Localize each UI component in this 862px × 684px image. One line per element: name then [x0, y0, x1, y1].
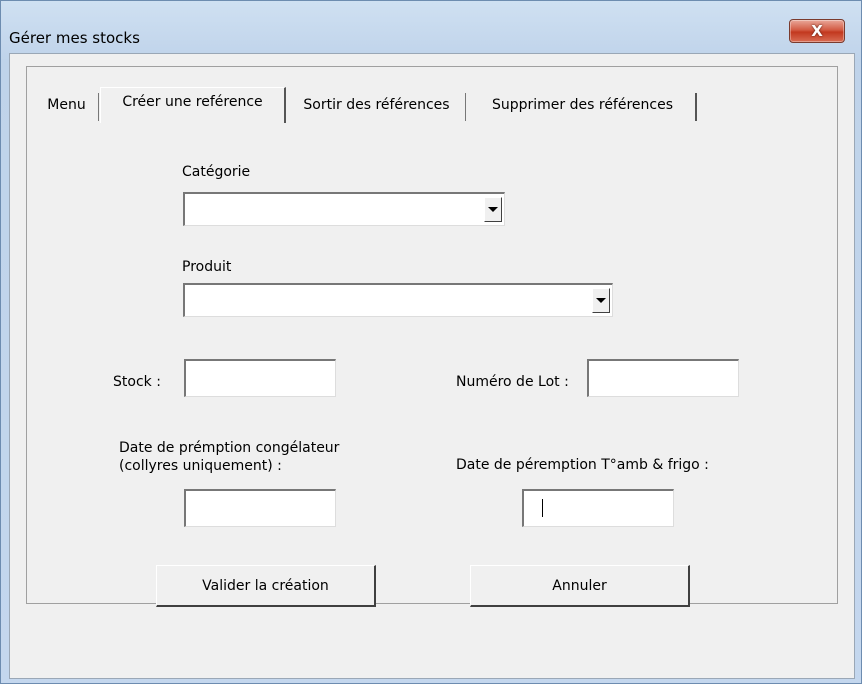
tab-creer-reference[interactable]: Créer une reférence	[100, 87, 286, 123]
stock-input[interactable]	[184, 359, 336, 397]
date-amb-input[interactable]	[522, 489, 674, 527]
close-button[interactable]: X	[789, 19, 845, 43]
cancel-button[interactable]: Annuler	[470, 565, 690, 607]
title-bar[interactable]: Gérer mes stocks X	[1, 1, 861, 53]
date-congel-input[interactable]	[184, 489, 336, 527]
window-title: Gérer mes stocks	[9, 29, 140, 47]
stock-label: Stock :	[113, 374, 161, 390]
chevron-down-icon[interactable]	[592, 288, 610, 313]
tab-supprimer-references[interactable]: Supprimer des références	[470, 93, 697, 121]
lot-input[interactable]	[587, 359, 739, 397]
produit-label: Produit	[182, 259, 232, 275]
close-icon: X	[811, 22, 823, 40]
categorie-label: Catégorie	[182, 164, 251, 180]
date-congel-label-line1: Date de prémption congélateur	[119, 440, 340, 456]
tab-sortir-references[interactable]: Sortir des références	[288, 93, 466, 121]
tab-menu[interactable]: Menu	[35, 93, 99, 121]
date-congel-label-line2: (collyres uniquement) :	[119, 458, 282, 474]
chevron-down-icon[interactable]	[484, 197, 502, 222]
categorie-combobox[interactable]	[183, 192, 505, 226]
produit-combobox[interactable]	[183, 283, 613, 317]
dialog-window: Gérer mes stocks X Menu Créer une refére…	[0, 0, 862, 684]
date-amb-label: Date de péremption T°amb & frigo :	[456, 457, 709, 473]
lot-label: Numéro de Lot :	[456, 374, 569, 390]
validate-button[interactable]: Valider la création	[156, 565, 376, 607]
text-cursor	[542, 499, 543, 517]
